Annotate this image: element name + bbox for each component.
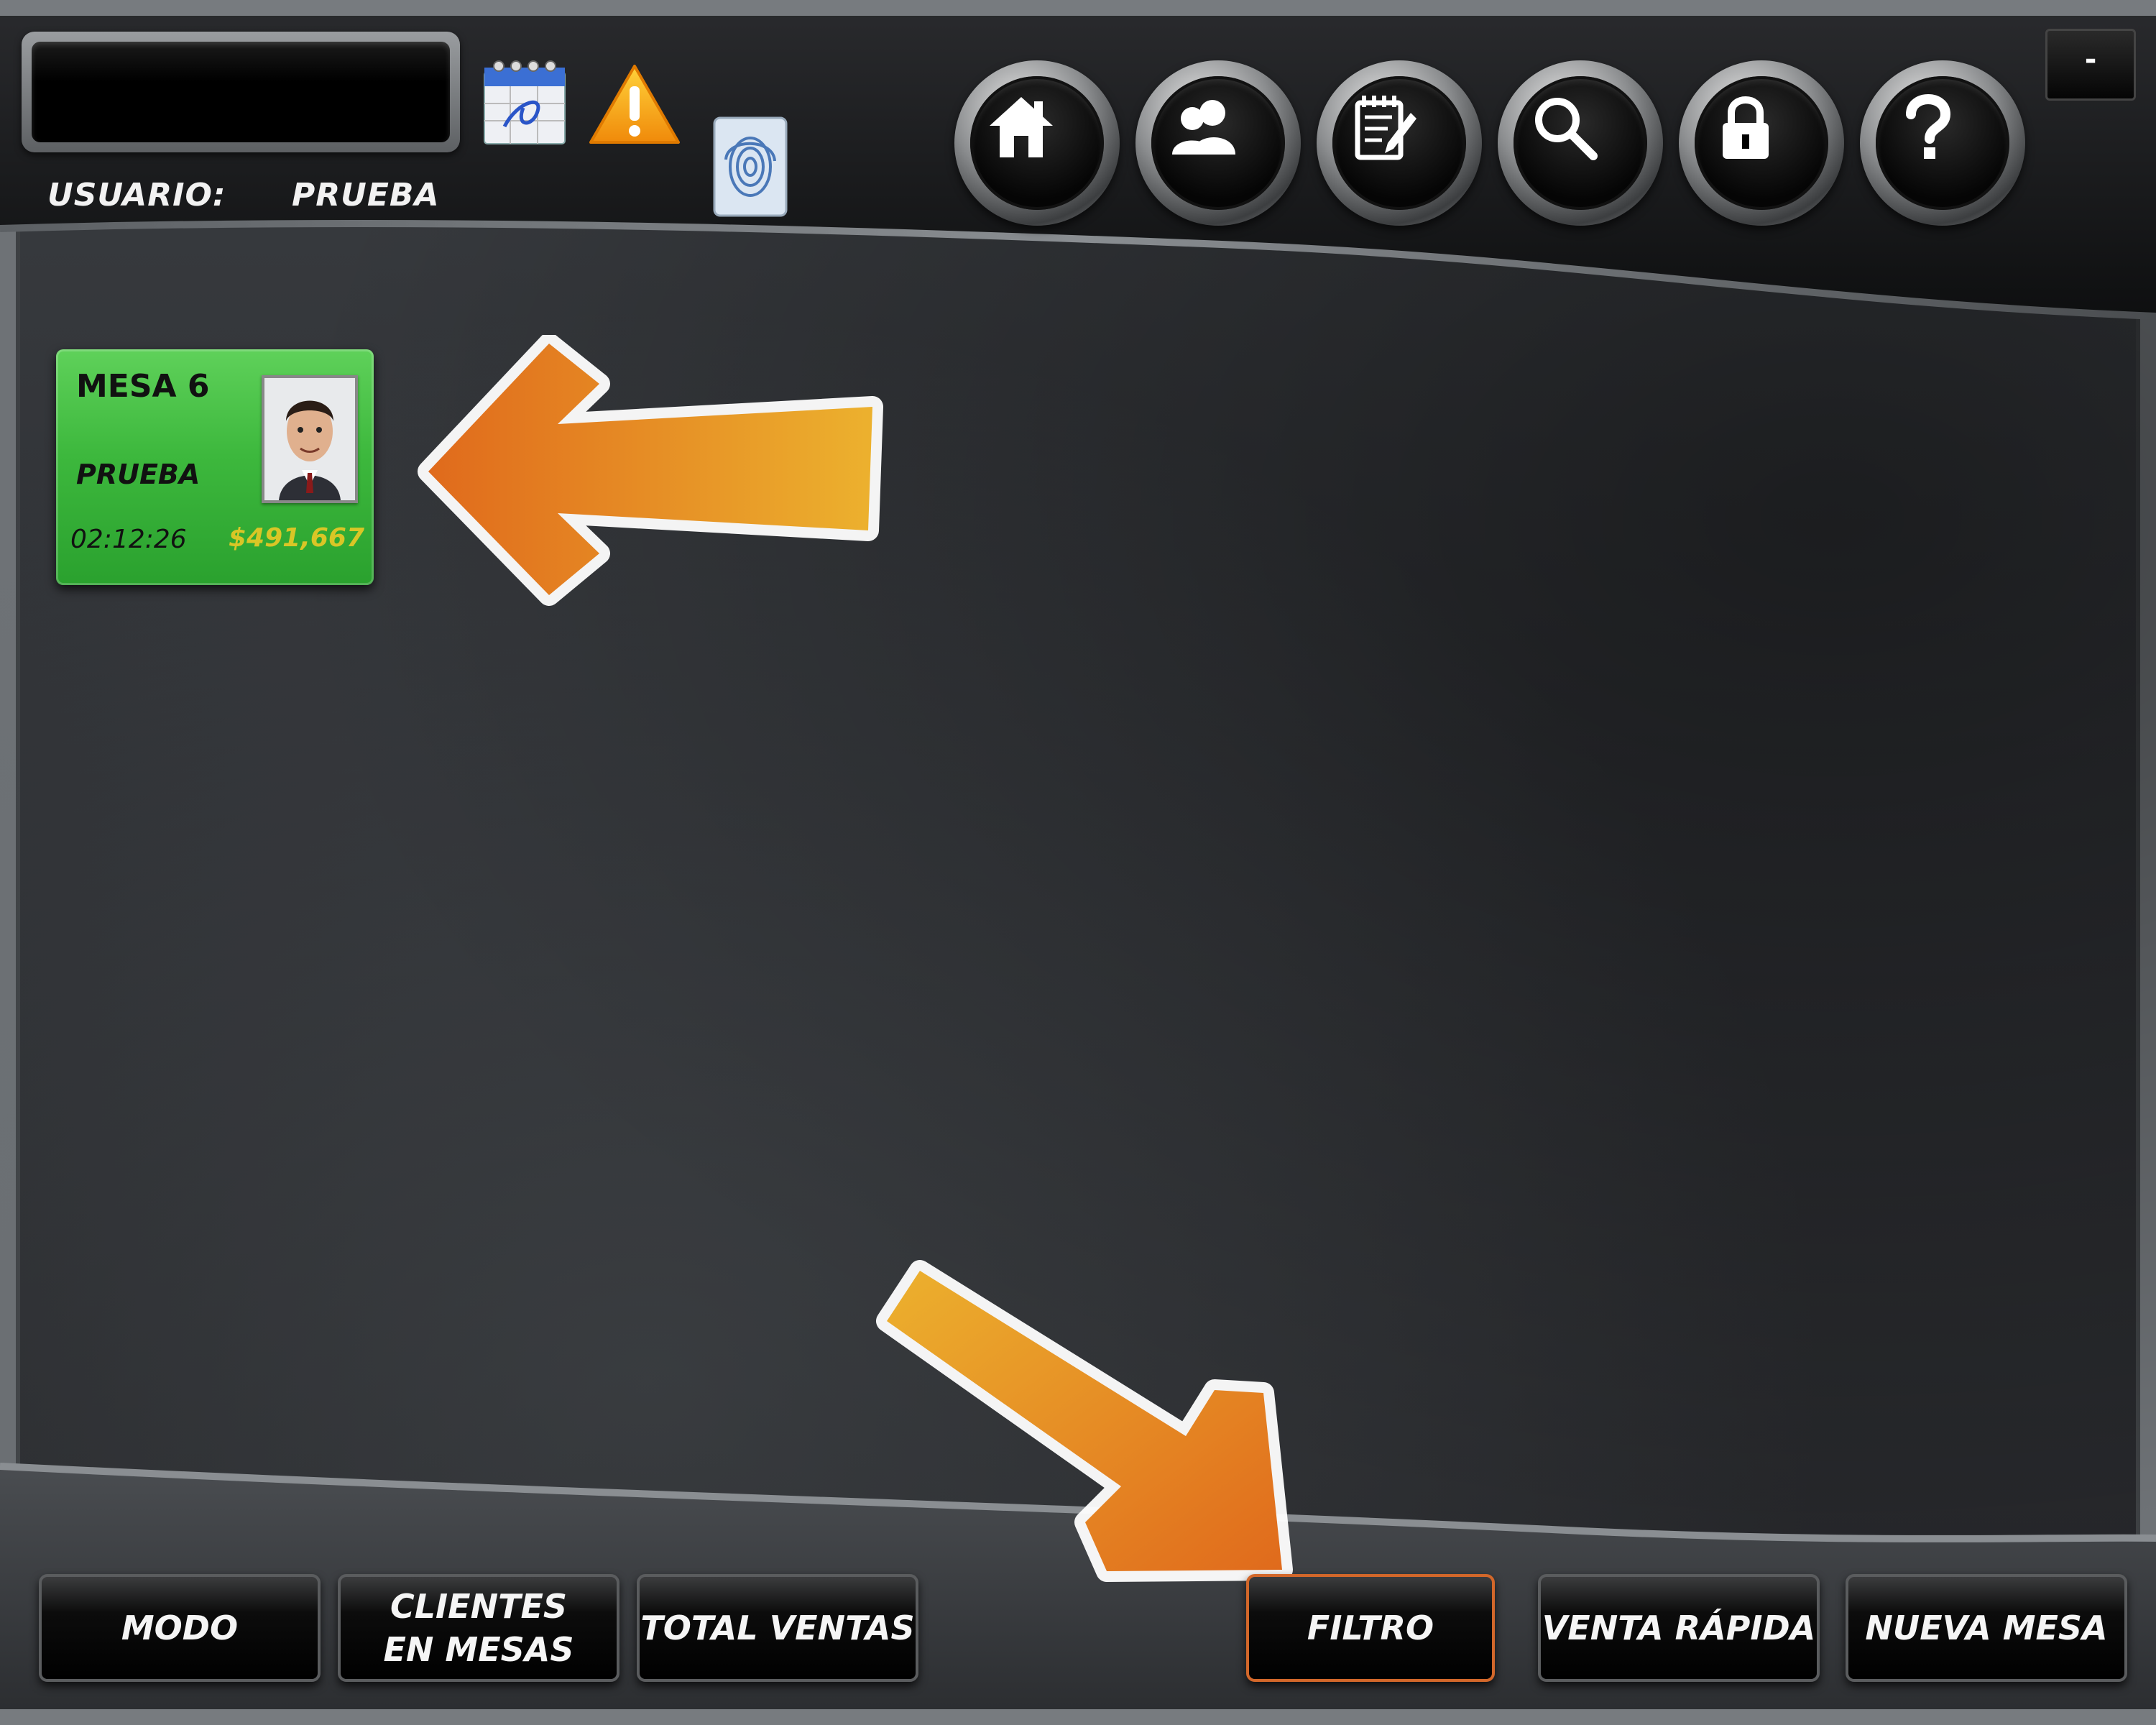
venta-rapida-button[interactable]: VENTA RÁPIDA [1538, 1574, 1820, 1682]
lock-button[interactable] [1679, 60, 1844, 226]
user-label: USUARIO: [47, 177, 226, 213]
nueva-mesa-button[interactable]: NUEVA MESA [1846, 1574, 2127, 1682]
mesa-title: MESA 6 [76, 368, 210, 405]
pointer-arrow-down-right [876, 1260, 1293, 1582]
search-icon [1535, 98, 1598, 160]
search-button[interactable] [1498, 60, 1663, 226]
users-button[interactable] [1135, 60, 1301, 226]
mesa-amount: $491,667 [229, 523, 365, 553]
user-value: PRUEBA [292, 177, 440, 213]
total-ventas-button[interactable]: TOTAL VENTAS [637, 1574, 918, 1682]
warning-icon[interactable] [588, 62, 681, 147]
home-button[interactable] [954, 60, 1120, 226]
minimize-button[interactable]: - [2045, 29, 2136, 101]
display-box [22, 32, 460, 152]
mesa-user: PRUEBA [76, 459, 201, 490]
notes-icon [1355, 96, 1416, 160]
mesa-card[interactable]: MESA 6 PRUEBA 02:12:26 $491,667 [56, 349, 374, 585]
help-icon [1906, 94, 1951, 159]
fingerprint-icon[interactable] [713, 116, 788, 217]
clientes-en-mesas-button[interactable]: CLIENTES EN MESAS [338, 1574, 619, 1682]
lock-icon [1723, 96, 1769, 159]
mesa-time: 02:12:26 [70, 525, 187, 554]
home-icon [990, 97, 1053, 157]
mesa-user-photo [262, 375, 358, 503]
filtro-button[interactable]: FILTRO [1246, 1574, 1495, 1682]
calendar-icon[interactable] [482, 58, 568, 147]
help-button[interactable] [1860, 60, 2025, 226]
modo-button[interactable]: MODO [39, 1574, 321, 1682]
pointer-arrow-left [418, 335, 883, 606]
notes-button[interactable] [1317, 60, 1482, 226]
users-icon [1172, 100, 1235, 155]
display-screen [32, 42, 450, 142]
